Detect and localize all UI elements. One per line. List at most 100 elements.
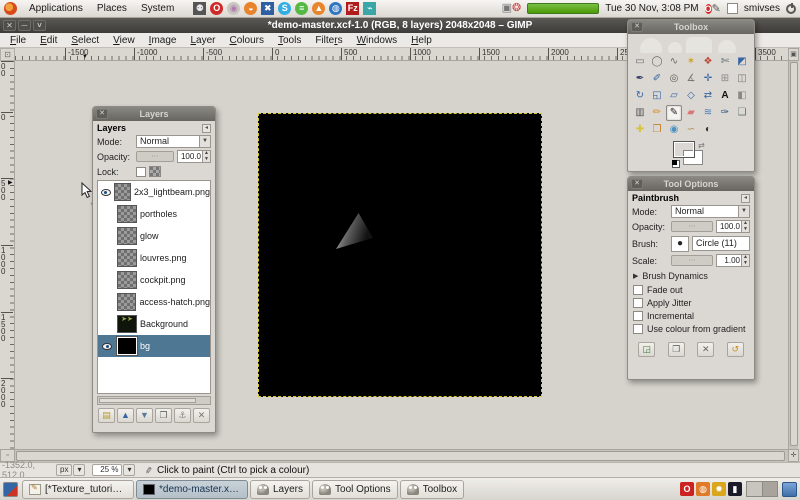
user-indicator-icon[interactable] [727, 3, 738, 14]
tool-measure[interactable]: ∡ [683, 71, 699, 87]
display-indicator-icon[interactable]: ▣ [502, 2, 512, 14]
layer-thumbnail[interactable] [117, 227, 137, 245]
task-button[interactable]: *demo-master.xcf-1.0 ... [136, 480, 248, 499]
menu-edit[interactable]: Edit [34, 34, 63, 47]
layer-row[interactable]: access-hatch.png [98, 291, 210, 313]
brush-name-field[interactable]: Circle (11) [692, 236, 750, 251]
menu-colours[interactable]: Colours [223, 34, 269, 47]
tool-perspective-clone[interactable]: ❐ [649, 122, 665, 138]
firefox-icon[interactable]: ◒ [244, 2, 257, 15]
ruler-corner-button[interactable]: ⊡ [0, 48, 15, 61]
distro-menu-icon[interactable] [4, 2, 17, 15]
tool-clone[interactable]: ❏ [734, 105, 750, 121]
brush-dynamics-expander[interactable]: ▶ Brush Dynamics [628, 268, 754, 282]
layer-row[interactable]: glow [98, 225, 210, 247]
vlc-icon[interactable]: ▲ [312, 2, 325, 15]
menu-file[interactable]: File [4, 34, 32, 47]
tool-zoom[interactable]: ◎ [666, 71, 682, 87]
tool-perspective[interactable]: ◇ [683, 88, 699, 104]
task-button[interactable]: [*Texture_tutorial (~/D... [22, 480, 134, 499]
tool-smudge[interactable]: ∽ [683, 122, 699, 138]
layer-thumbnail[interactable] [114, 183, 131, 201]
reset-options-button[interactable]: ↺ [727, 342, 744, 357]
media-app-icon[interactable]: ◉ [227, 2, 240, 15]
vertical-scrollbar[interactable] [788, 61, 798, 449]
tool-text[interactable]: A [717, 88, 733, 104]
duplicate-layer-button[interactable]: ❐ [155, 408, 172, 423]
foreground-color-swatch[interactable] [674, 142, 694, 157]
checkbox[interactable] [633, 324, 643, 334]
layer-opacity-spinner[interactable]: 100.0 ▲▼ [177, 150, 211, 163]
spotify-icon[interactable]: ≡ [295, 2, 308, 15]
swap-colors-icon[interactable]: ⇄ [698, 141, 705, 150]
tool-free-select[interactable]: ∿ [666, 54, 682, 70]
tool-eraser[interactable]: ▰ [683, 105, 699, 121]
tool-paintbrush[interactable]: ✎ [666, 105, 682, 121]
tool-foreground-select[interactable]: ◩ [734, 54, 750, 70]
layer-thumbnail[interactable] [117, 205, 137, 223]
lock-checkbox[interactable] [136, 167, 146, 177]
layer-row[interactable]: louvres.png [98, 247, 210, 269]
update-tray-icon[interactable]: ✹ [712, 482, 726, 496]
option-apply-jitter[interactable]: Apply Jitter [628, 295, 754, 308]
lower-layer-button[interactable]: ▼ [136, 408, 153, 423]
panel-menu-applications[interactable]: Applications [22, 1, 90, 16]
option-use-colour-from-gradient[interactable]: Use colour from gradient [628, 321, 754, 334]
layer-row[interactable]: cockpit.png [98, 269, 210, 291]
layers-hscrollbar[interactable] [97, 396, 211, 405]
show-desktop-button[interactable] [3, 482, 18, 497]
workspace-cell[interactable] [762, 482, 777, 496]
h-scroll-thumb[interactable] [16, 451, 785, 461]
menu-select[interactable]: Select [65, 34, 105, 47]
close-icon[interactable]: ✕ [3, 20, 16, 31]
layer-row[interactable]: 2x3_lightbeam.png [98, 181, 210, 203]
minimize-icon[interactable]: ─ [18, 20, 31, 31]
scale-spinner[interactable]: 1.00 ▲▼ [716, 254, 750, 267]
tablet-pen-icon[interactable]: ✎ [712, 3, 721, 15]
option-incremental[interactable]: Incremental [628, 308, 754, 321]
layers-menu-button[interactable]: ◂ [202, 124, 211, 133]
zoom-follow-button[interactable]: ▣ [788, 48, 799, 61]
layer-thumbnail[interactable] [117, 293, 137, 311]
option-fade-out[interactable]: Fade out [628, 282, 754, 295]
opera-tray-icon[interactable]: O [680, 482, 694, 496]
tool-options-menu-button[interactable]: ◂ [741, 194, 750, 203]
layer-row[interactable]: portholes [98, 203, 210, 225]
layer-row[interactable]: ➤➤Background [98, 313, 210, 335]
tool-scale[interactable]: ◱ [649, 88, 665, 104]
menu-filters[interactable]: Filters [309, 34, 348, 47]
filezilla-icon[interactable]: Fz [346, 2, 359, 15]
tool-heal[interactable]: ✚ [632, 122, 648, 138]
tool-blend[interactable]: ▥ [632, 105, 648, 121]
google-earth-icon[interactable]: ◍ [329, 2, 342, 15]
task-button[interactable]: Tool Options [312, 480, 398, 499]
menu-image[interactable]: Image [143, 34, 183, 47]
tool-ellipse-select[interactable]: ◯ [649, 54, 665, 70]
tool-fuzzy-select[interactable]: ✶ [683, 54, 699, 70]
toolbox-titlebar[interactable]: ✕ Toolbox [628, 20, 754, 34]
lock-alpha-icon[interactable] [149, 166, 161, 177]
tool-rectangle-select[interactable]: ▭ [632, 54, 648, 70]
maximize-icon[interactable]: ˅ [33, 20, 46, 31]
scale-slider[interactable]: ⋯ [671, 255, 713, 266]
layer-mode-select[interactable]: Normal ▼ [136, 135, 211, 148]
horizontal-scrollbar[interactable] [15, 449, 788, 462]
layer-visibility-cell[interactable] [100, 189, 111, 196]
clock[interactable]: Tue 30 Nov, 3:08 PM [605, 3, 698, 14]
unit-dropdown-arrow[interactable]: ▾ [73, 464, 85, 476]
tool-flip[interactable]: ⇄ [700, 88, 716, 104]
robot-app-icon[interactable]: ⚉ [193, 2, 206, 15]
layer-thumbnail[interactable] [117, 337, 137, 355]
tool-pencil[interactable]: ✏ [649, 105, 665, 121]
delete-layer-button[interactable]: ✕ [193, 408, 210, 423]
task-button[interactable]: Toolbox [400, 480, 464, 499]
menu-windows[interactable]: Windows [351, 34, 404, 47]
checkbox[interactable] [633, 285, 643, 295]
tool-airbrush[interactable]: ≋ [700, 105, 716, 121]
panel-menu-system[interactable]: System [134, 1, 181, 16]
restore-options-button[interactable]: ❐ [668, 342, 685, 357]
tool-align[interactable]: ⊞ [717, 71, 733, 87]
delete-options-button[interactable]: ✕ [697, 342, 714, 357]
workspace-cell[interactable] [747, 482, 762, 496]
zoom-level[interactable]: 25 % [92, 464, 122, 476]
